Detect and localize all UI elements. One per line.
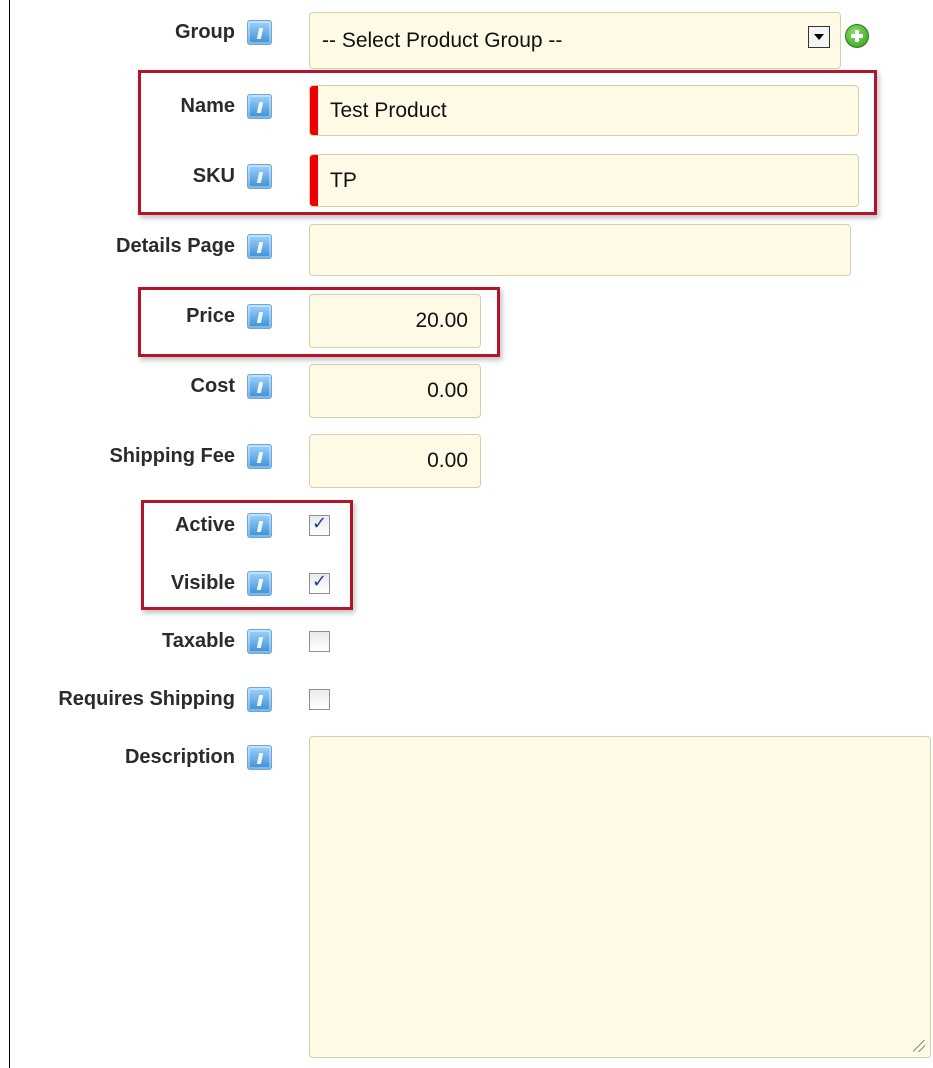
highlight-price — [138, 287, 500, 357]
help-icon[interactable] — [247, 629, 272, 654]
help-icon[interactable] — [247, 374, 272, 399]
taxable-label: Taxable — [162, 630, 235, 652]
chevron-down-icon[interactable] — [808, 26, 830, 48]
add-circle-icon[interactable] — [845, 24, 869, 48]
help-icon[interactable] — [247, 687, 272, 712]
cost-input[interactable]: 0.00 — [309, 364, 481, 418]
shipping-fee-label: Shipping Fee — [109, 445, 235, 467]
description-textarea[interactable] — [309, 736, 931, 1058]
requires-shipping-label: Requires Shipping — [58, 688, 235, 710]
group-label: Group — [175, 21, 235, 43]
requires-shipping-checkbox[interactable] — [309, 689, 330, 710]
frame-border — [9, 0, 10, 1068]
details-page-input[interactable] — [309, 224, 851, 276]
highlight-name-sku — [138, 70, 877, 215]
taxable-checkbox[interactable] — [309, 631, 330, 652]
group-select[interactable]: -- Select Product Group -- — [309, 12, 841, 69]
details-page-label: Details Page — [116, 235, 235, 257]
group-select-value: -- Select Product Group -- — [322, 28, 563, 52]
help-icon[interactable] — [247, 444, 272, 469]
cost-label: Cost — [190, 375, 235, 397]
help-icon[interactable] — [247, 20, 272, 45]
shipping-fee-input[interactable]: 0.00 — [309, 434, 481, 488]
highlight-active-visible — [141, 500, 353, 610]
cost-input-value: 0.00 — [427, 379, 468, 402]
description-label: Description — [124, 746, 235, 768]
resize-grip-icon[interactable] — [913, 1040, 925, 1052]
shipping-fee-input-value: 0.00 — [427, 449, 468, 472]
help-icon[interactable] — [247, 234, 272, 259]
help-icon[interactable] — [247, 745, 272, 770]
